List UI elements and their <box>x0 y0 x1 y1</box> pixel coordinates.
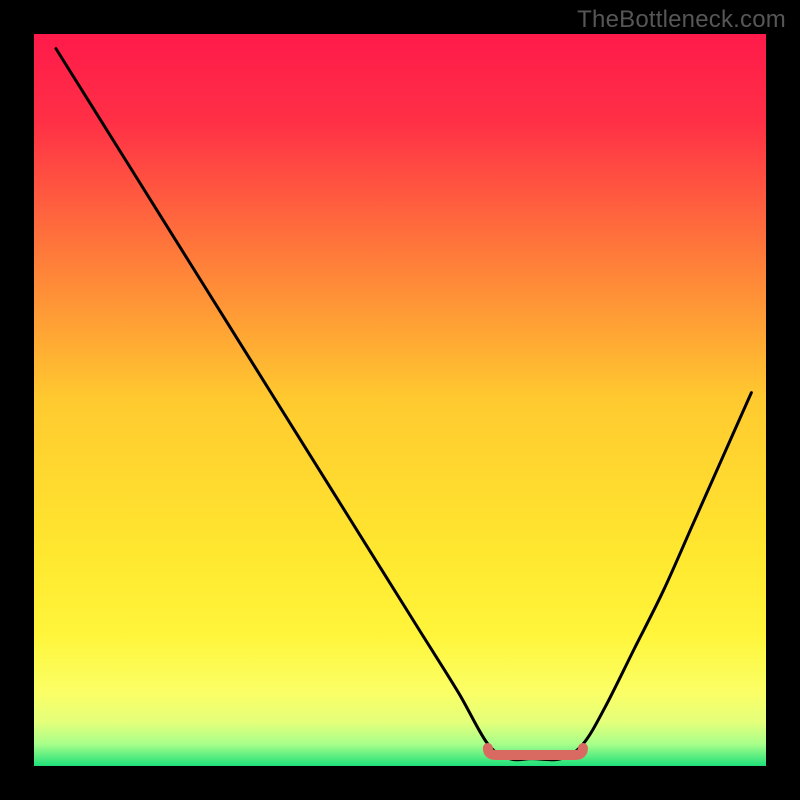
chart-area <box>34 34 766 766</box>
watermark-text: TheBottleneck.com <box>577 6 786 34</box>
gradient-background <box>34 34 766 766</box>
bottleneck-chart-svg <box>34 34 766 766</box>
